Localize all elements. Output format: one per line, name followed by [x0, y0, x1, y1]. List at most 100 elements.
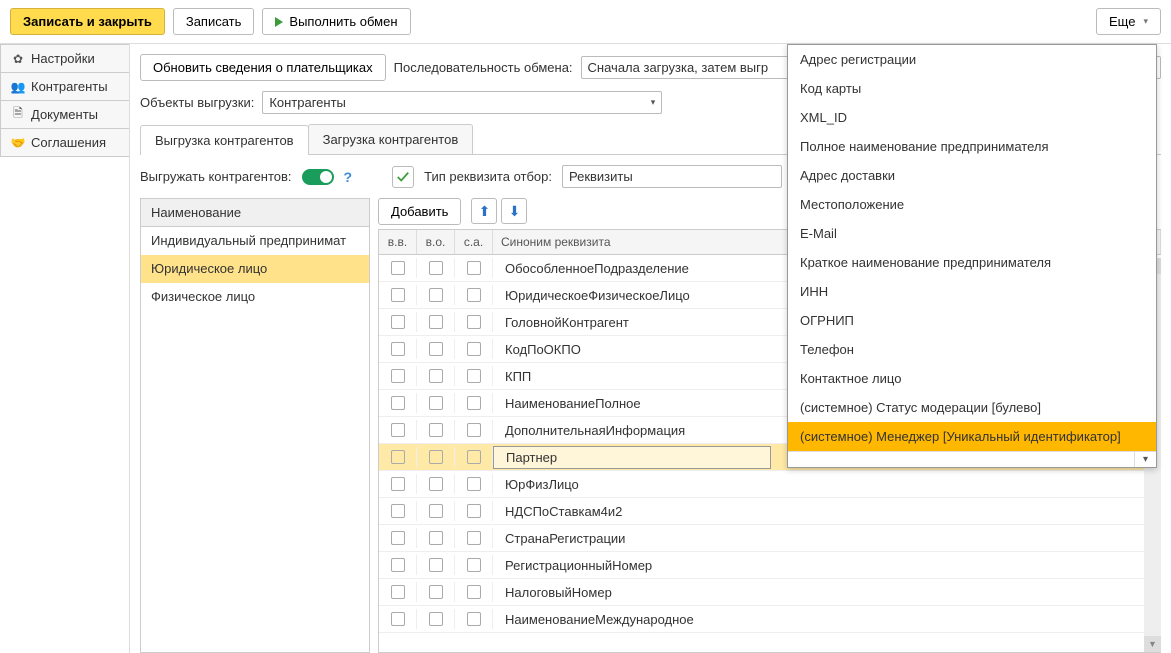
- checkbox[interactable]: [467, 261, 481, 275]
- dropdown-item[interactable]: Полное наименование предпринимателя: [788, 132, 1156, 161]
- grid-row[interactable]: НДСПоСтавкам4и2: [379, 498, 1161, 525]
- checkbox[interactable]: [429, 315, 443, 329]
- move-up-button[interactable]: ⬆: [471, 198, 497, 224]
- check-all-button[interactable]: [392, 166, 414, 188]
- grid-cell-checkbox: [417, 528, 455, 548]
- checkbox[interactable]: [429, 558, 443, 572]
- checkbox[interactable]: [391, 504, 405, 518]
- naming-list-item[interactable]: Юридическое лицо: [141, 255, 369, 283]
- checkbox[interactable]: [429, 477, 443, 491]
- checkbox[interactable]: [467, 315, 481, 329]
- dropdown-item[interactable]: ИНН: [788, 277, 1156, 306]
- checkbox[interactable]: [391, 612, 405, 626]
- dropdown-item[interactable]: (системное) Менеджер [Уникальный идентиф…: [788, 422, 1156, 451]
- content-panel: Обновить сведения о плательщиках Последо…: [130, 44, 1171, 653]
- save-button[interactable]: Записать: [173, 8, 255, 35]
- checkbox[interactable]: [429, 612, 443, 626]
- col-sa[interactable]: с.а.: [455, 230, 493, 254]
- grid-row[interactable]: СтранаРегистрации: [379, 525, 1161, 552]
- checkbox[interactable]: [467, 585, 481, 599]
- more-button[interactable]: Еще ▾: [1096, 8, 1161, 35]
- dropdown-item[interactable]: ОГРНИП: [788, 306, 1156, 335]
- naming-list-item[interactable]: Физическое лицо: [141, 283, 369, 311]
- req-type-input[interactable]: Реквизиты: [562, 165, 782, 188]
- dropdown-item[interactable]: XML_ID: [788, 103, 1156, 132]
- checkbox[interactable]: [467, 396, 481, 410]
- dropdown-item[interactable]: Код карты: [788, 74, 1156, 103]
- checkbox[interactable]: [467, 423, 481, 437]
- dropdown-item[interactable]: Контактное лицо: [788, 364, 1156, 393]
- grid-cell-checkbox: [379, 582, 417, 602]
- gear-icon: ✿: [11, 52, 25, 66]
- checkbox[interactable]: [467, 477, 481, 491]
- checkbox[interactable]: [429, 504, 443, 518]
- col-vv[interactable]: в.в.: [379, 230, 417, 254]
- play-icon: [275, 17, 283, 27]
- checkbox[interactable]: [391, 396, 405, 410]
- checkbox[interactable]: [429, 531, 443, 545]
- sidebar-item-counterparties[interactable]: 👥 Контрагенты: [0, 72, 129, 101]
- checkbox[interactable]: [429, 423, 443, 437]
- tab-import[interactable]: Загрузка контрагентов: [308, 124, 474, 154]
- checkbox[interactable]: [391, 288, 405, 302]
- checkbox[interactable]: [429, 396, 443, 410]
- grid-cell-checkbox: [379, 501, 417, 521]
- dropdown-item[interactable]: Местоположение: [788, 190, 1156, 219]
- dropdown-popup: Адрес регистрацииКод картыXML_IDПолное н…: [787, 44, 1157, 468]
- dropdown-item[interactable]: Краткое наименование предпринимателя: [788, 248, 1156, 277]
- export-objects-select[interactable]: Контрагенты ▾: [262, 91, 662, 114]
- col-vo[interactable]: в.о.: [417, 230, 455, 254]
- checkbox[interactable]: [429, 450, 443, 464]
- checkbox[interactable]: [391, 423, 405, 437]
- checkbox[interactable]: [391, 342, 405, 356]
- checkbox[interactable]: [391, 369, 405, 383]
- checkbox[interactable]: [467, 342, 481, 356]
- grid-row[interactable]: РегистрационныйНомер: [379, 552, 1161, 579]
- checkbox[interactable]: [467, 450, 481, 464]
- dropdown-item[interactable]: Адрес доставки: [788, 161, 1156, 190]
- checkbox[interactable]: [467, 531, 481, 545]
- grid-row[interactable]: НалоговыйНомер: [379, 579, 1161, 606]
- run-exchange-button[interactable]: Выполнить обмен: [262, 8, 410, 35]
- checkbox[interactable]: [391, 531, 405, 545]
- checkbox[interactable]: [467, 504, 481, 518]
- grid-cell-synonym: СтранаРегистрации: [493, 528, 1161, 549]
- tab-export[interactable]: Выгрузка контрагентов: [140, 125, 309, 155]
- checkbox[interactable]: [467, 288, 481, 302]
- add-button[interactable]: Добавить: [378, 198, 461, 225]
- grid-cell-checkbox: [455, 528, 493, 548]
- checkbox[interactable]: [429, 585, 443, 599]
- checkbox[interactable]: [391, 558, 405, 572]
- sidebar-item-agreements[interactable]: 🤝 Соглашения: [0, 128, 129, 157]
- dropdown-item[interactable]: Телефон: [788, 335, 1156, 364]
- checkbox[interactable]: [391, 261, 405, 275]
- checkbox[interactable]: [467, 369, 481, 383]
- dropdown-item[interactable]: E-Mail: [788, 219, 1156, 248]
- checkbox[interactable]: [429, 261, 443, 275]
- checkbox[interactable]: [429, 369, 443, 383]
- checkbox[interactable]: [467, 558, 481, 572]
- help-icon[interactable]: ?: [344, 169, 353, 185]
- update-payers-button[interactable]: Обновить сведения о плательщиках: [140, 54, 386, 81]
- dropdown-item[interactable]: (системное) Статус модерации [булево]: [788, 393, 1156, 422]
- save-close-button[interactable]: Записать и закрыть: [10, 8, 165, 35]
- checkbox[interactable]: [391, 450, 405, 464]
- check-icon: [396, 170, 410, 184]
- export-toggle[interactable]: [302, 169, 334, 185]
- checkbox[interactable]: [429, 342, 443, 356]
- checkbox[interactable]: [429, 288, 443, 302]
- sidebar-item-settings[interactable]: ✿ Настройки: [0, 44, 129, 73]
- sidebar-item-documents[interactable]: 🗎 Документы: [0, 100, 129, 129]
- move-down-button[interactable]: ⬇: [501, 198, 527, 224]
- grid-row[interactable]: НаименованиеМеждународное: [379, 606, 1161, 633]
- grid-cell-checkbox: [417, 582, 455, 602]
- grid-row[interactable]: ЮрФизЛицо: [379, 471, 1161, 498]
- checkbox[interactable]: [391, 477, 405, 491]
- dropdown-item[interactable]: Адрес регистрации: [788, 45, 1156, 74]
- dropdown-open-button[interactable]: ▾: [1134, 452, 1156, 467]
- checkbox[interactable]: [391, 315, 405, 329]
- naming-list-item[interactable]: Индивидуальный предпринимат: [141, 227, 369, 255]
- checkbox[interactable]: [467, 612, 481, 626]
- grid-cell-checkbox: [379, 555, 417, 575]
- checkbox[interactable]: [391, 585, 405, 599]
